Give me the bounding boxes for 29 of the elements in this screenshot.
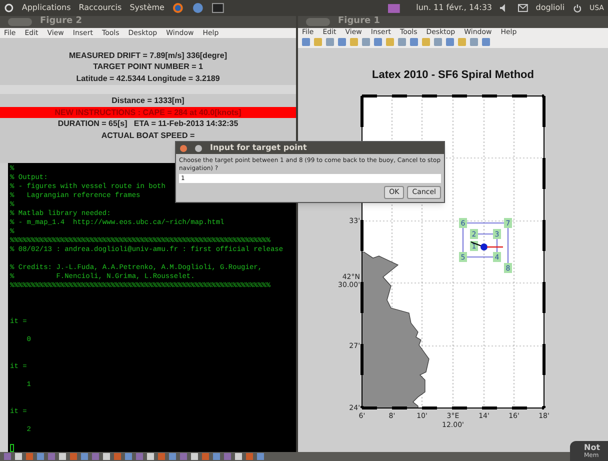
window-controls-icon[interactable] bbox=[306, 18, 330, 26]
window-title: Figure 1 bbox=[338, 15, 380, 28]
boat-position-dot bbox=[480, 244, 488, 250]
window-controls-icon[interactable] bbox=[8, 18, 32, 26]
info-line: TARGET POINT NUMBER = 1 bbox=[92, 61, 204, 73]
notification-title: Not bbox=[584, 443, 602, 452]
terminal-icon[interactable] bbox=[212, 3, 224, 13]
mail-icon[interactable] bbox=[518, 4, 528, 12]
ubuntu-logo-icon[interactable] bbox=[4, 3, 14, 13]
plot-title: Latex 2010 - SF6 Spiral Method bbox=[371, 68, 535, 82]
minimize-icon[interactable] bbox=[195, 144, 202, 152]
window-title: Figure 2 bbox=[40, 15, 82, 28]
panel-menu[interactable]: Système bbox=[130, 2, 164, 14]
power-icon[interactable] bbox=[572, 4, 582, 12]
workspace-icon[interactable] bbox=[388, 4, 400, 12]
info-line: MEASURED DRIFT = 7.89[m/s] 336[degre] bbox=[68, 50, 228, 62]
dialog-title: Input for target point bbox=[210, 142, 307, 154]
panel-menu[interactable]: Raccourcis bbox=[78, 2, 122, 14]
close-icon[interactable] bbox=[180, 144, 187, 152]
panel-menu[interactable]: Applications bbox=[22, 2, 71, 14]
app-icon[interactable] bbox=[192, 2, 204, 14]
info-line: Latitude = 42.5344 Longitude = 3.2189 bbox=[75, 72, 221, 84]
user-name[interactable]: doglioli bbox=[536, 2, 565, 14]
info-line: DURATION = 65[s] ETA = 11-Feb-2013 14:32:35 bbox=[56, 118, 240, 130]
clock[interactable]: lun. 11 févr., 14:33 bbox=[416, 2, 492, 14]
heading-line bbox=[487, 246, 503, 248]
info-line: ACTUAL BOAT SPEED = bbox=[100, 130, 196, 142]
info-line: Distance = 1333[m] bbox=[110, 95, 186, 107]
browser-icon[interactable] bbox=[172, 2, 184, 14]
